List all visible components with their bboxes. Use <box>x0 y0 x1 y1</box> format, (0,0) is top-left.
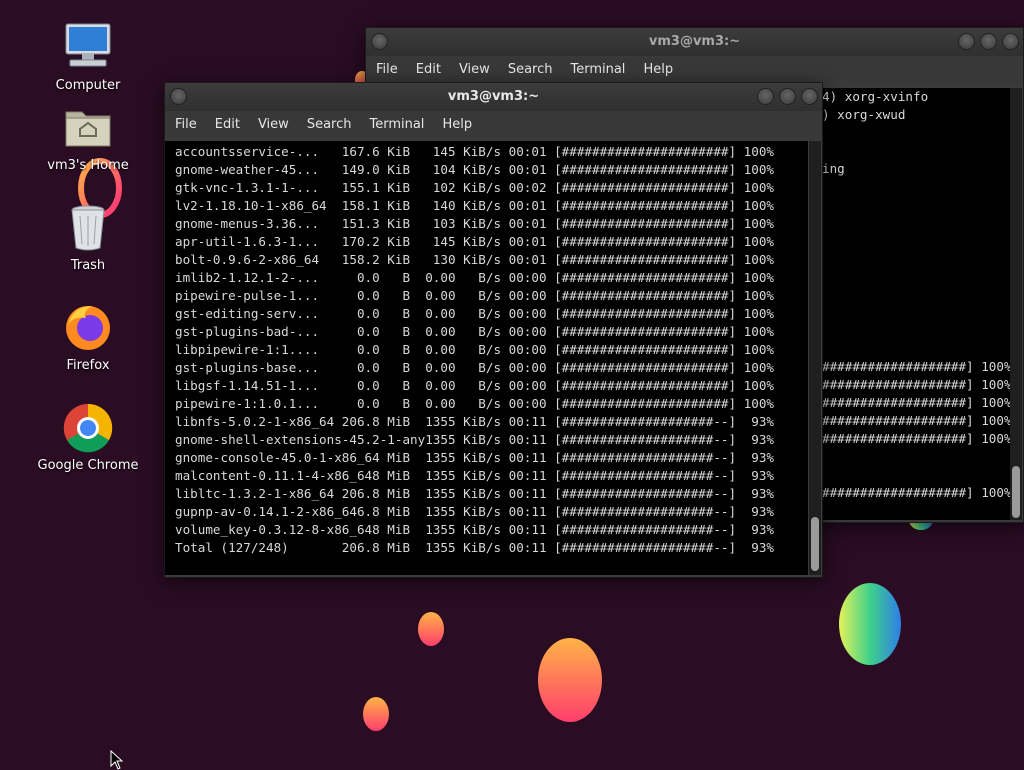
bubble-shape <box>363 697 389 731</box>
scrollbar[interactable] <box>1010 88 1022 520</box>
menu-terminal[interactable]: Terminal <box>560 56 633 77</box>
terminal-line: gst-plugins-bad-... 0.0 B 0.00 B/s 00:00… <box>175 324 774 339</box>
desktop-icon-label: Computer <box>55 78 121 93</box>
terminal-line: gnome-shell-extensions-45.2-1-any1355 Ki… <box>175 432 774 447</box>
mouse-pointer-icon <box>110 750 124 770</box>
menu-help[interactable]: Help <box>633 56 681 77</box>
terminal-line: Total (127/248) 206.8 MiB 1355 KiB/s 00:… <box>175 540 774 555</box>
maximize-button[interactable] <box>980 33 997 50</box>
terminal-line: accountsservice-... 167.6 KiB 145 KiB/s … <box>175 144 774 159</box>
scrollbar-thumb[interactable] <box>1012 466 1020 518</box>
front-terminal-window[interactable]: vm3@vm3:~ File Edit View Search Terminal Help… <box>164 82 823 578</box>
window-titlebar[interactable]: vm3@vm3:~ <box>165 83 822 111</box>
scrollbar-thumb[interactable] <box>811 517 819 571</box>
chrome-icon <box>63 403 113 453</box>
terminal-line: ###################] 100% <box>822 377 1012 392</box>
scrollbar[interactable] <box>809 141 821 575</box>
terminal-output[interactable]: accountsservice-... 167.6 KiB 145 KiB/s … <box>165 141 808 575</box>
terminal-line: 4) xorg-xvinfo <box>822 89 929 104</box>
terminal-line: malcontent-0.11.1-4-x86_648 MiB 1355 KiB… <box>175 468 774 483</box>
terminal-line: apr-util-1.6.3-1... 170.2 KiB 145 KiB/s … <box>175 234 774 249</box>
menu-bar: File Edit View Search Terminal Help <box>366 56 1023 82</box>
computer-icon <box>65 23 111 67</box>
terminal-line: gst-plugins-base... 0.0 B 0.00 B/s 00:00… <box>175 360 774 375</box>
terminal-line: imlib2-1.12.1-2-... 0.0 B 0.00 B/s 00:00… <box>175 270 774 285</box>
bubble-shape <box>418 612 444 646</box>
window-title: vm3@vm3:~ <box>447 89 540 104</box>
terminal-line: libnfs-5.0.2-1-x86_64 206.8 MiB 1355 KiB… <box>175 414 774 429</box>
desktop-icon-firefox[interactable]: Firefox <box>33 300 143 373</box>
terminal-line: gst-editing-serv... 0.0 B 0.00 B/s 00:00… <box>175 306 774 321</box>
maximize-button[interactable] <box>779 88 796 105</box>
window-title: vm3@vm3:~ <box>648 34 741 49</box>
menu-terminal[interactable]: Terminal <box>359 111 432 132</box>
terminal-line: ing <box>822 161 845 176</box>
terminal-line: ###################] 100% <box>822 359 1012 374</box>
close-button[interactable] <box>801 88 818 105</box>
terminal-line: gtk-vnc-1.3.1-1-... 155.1 KiB 102 KiB/s … <box>175 180 774 195</box>
terminal-line: ###################] 100% <box>822 431 1012 446</box>
menu-search[interactable]: Search <box>498 56 561 77</box>
terminal-line: libpipewire-1:1.... 0.0 B 0.00 B/s 00:00… <box>175 342 774 357</box>
menu-file[interactable]: File <box>165 111 205 132</box>
menu-file[interactable]: File <box>366 56 406 77</box>
menu-help[interactable]: Help <box>432 111 480 132</box>
home-folder-icon <box>65 111 111 147</box>
terminal-line: volume_key-0.3.12-8-x86_648 MiB 1355 KiB… <box>175 522 774 537</box>
terminal-line: gnome-menus-3.36... 151.3 KiB 103 KiB/s … <box>175 216 774 231</box>
desktop-icon-label: vm3's Home <box>47 158 129 173</box>
terminal-line: libltc-1.3.2-1-x86_64 206.8 MiB 1355 KiB… <box>175 486 774 501</box>
desktop-icon-computer[interactable]: Computer <box>33 20 143 93</box>
terminal-line: ###################] 100% <box>822 485 1012 500</box>
menu-bar: File Edit View Search Terminal Help <box>165 111 822 137</box>
desktop-icon-chrome[interactable]: Google Chrome <box>33 400 143 473</box>
desktop-icon-trash[interactable]: Trash <box>33 200 143 273</box>
desktop-icon-label: Google Chrome <box>37 458 139 473</box>
terminal-line: ###################] 100% <box>822 413 1012 428</box>
desktop-icon-label: Trash <box>70 258 106 273</box>
menu-edit[interactable]: Edit <box>205 111 248 132</box>
terminal-line: pipewire-pulse-1... 0.0 B 0.00 B/s 00:00… <box>175 288 774 303</box>
desktop-icon-home[interactable]: vm3's Home <box>33 100 143 173</box>
trash-icon <box>71 205 105 251</box>
terminal-output[interactable]: 4) xorg-xvinfo ) xorg-xwud ing ##########… <box>816 88 1014 520</box>
terminal-line: ###################] 100% <box>822 395 1012 410</box>
bubble-shape <box>839 583 901 665</box>
terminal-line: gnome-weather-45... 149.0 KiB 104 KiB/s … <box>175 162 774 177</box>
menu-edit[interactable]: Edit <box>406 56 449 77</box>
menu-search[interactable]: Search <box>297 111 360 132</box>
minimize-button[interactable] <box>958 33 975 50</box>
terminal-line: bolt-0.9.6-2-x86_64 158.2 KiB 130 KiB/s … <box>175 252 774 267</box>
minimize-button[interactable] <box>757 88 774 105</box>
window-titlebar[interactable]: vm3@vm3:~ <box>366 28 1023 56</box>
close-button[interactable] <box>1002 33 1019 50</box>
bubble-shape <box>538 638 602 722</box>
terminal-line: lv2-1.18.10-1-x86_64 158.1 KiB 140 KiB/s… <box>175 198 774 213</box>
menu-view[interactable]: View <box>248 111 297 132</box>
terminal-line: ) xorg-xwud <box>822 107 906 122</box>
terminal-line: gnome-console-45.0-1-x86_64 MiB 1355 KiB… <box>175 450 774 465</box>
terminal-line: gupnp-av-0.14.1-2-x86_646.8 MiB 1355 KiB… <box>175 504 774 519</box>
menu-view[interactable]: View <box>449 56 498 77</box>
desktop-icon-label: Firefox <box>66 358 110 373</box>
firefox-icon <box>66 306 110 350</box>
terminal-line: pipewire-1:1.0.1... 0.0 B 0.00 B/s 00:00… <box>175 396 774 411</box>
terminal-line: libgsf-1.14.51-1... 0.0 B 0.00 B/s 00:00… <box>175 378 774 393</box>
